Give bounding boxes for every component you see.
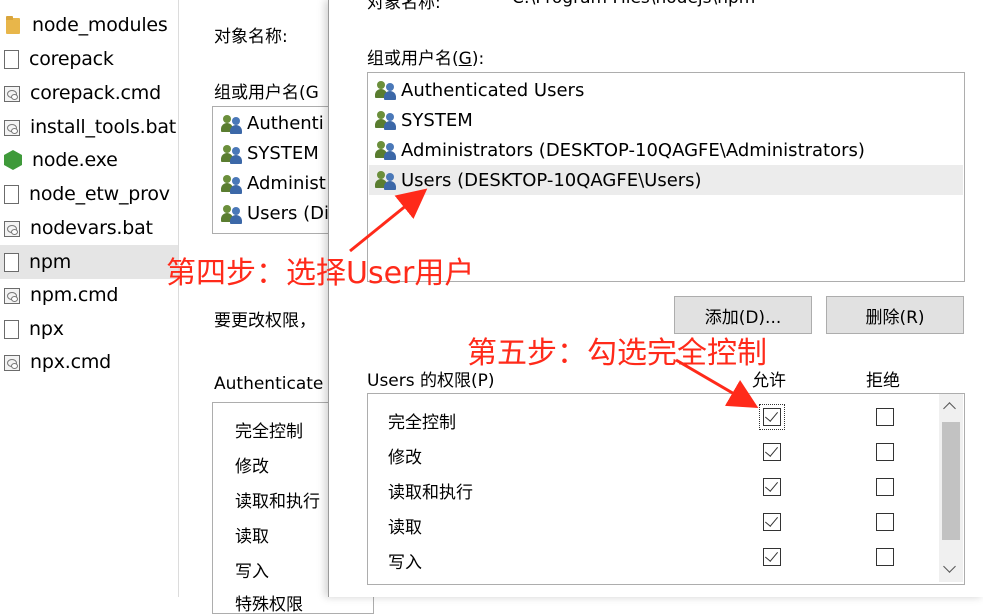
- modify-allow-checkbox[interactable]: [763, 443, 781, 461]
- write-allow-checkbox[interactable]: [763, 548, 781, 566]
- user-name: Users (DESKTOP-10QAGFE\Users): [401, 169, 702, 191]
- permission-name: 修改: [235, 457, 269, 477]
- file-name: npm: [29, 251, 72, 273]
- read-execute-allow-checkbox[interactable]: [763, 478, 781, 496]
- annotation-step4: 第四步：选择User用户: [166, 256, 475, 291]
- permission-name: 读取和执行: [388, 483, 473, 503]
- file-row-nodevars[interactable]: nodevars.bat: [0, 211, 178, 245]
- object-name-label: 对象名称:: [367, 0, 441, 13]
- script-icon: [4, 355, 20, 371]
- users-group-icon: [375, 110, 397, 130]
- script-icon: [4, 288, 20, 304]
- file-name: nodevars.bat: [30, 217, 153, 239]
- deny-header: 拒绝: [866, 371, 900, 391]
- permissions-header: Authenticate: [214, 374, 324, 394]
- file-row-npx-cmd[interactable]: npx.cmd: [0, 345, 178, 379]
- user-name: Authenticated Users: [401, 79, 585, 101]
- object-path: C:\Program Files\nodejs\npm: [512, 0, 755, 8]
- script-icon: [4, 86, 20, 102]
- file-name: node_etw_prov: [29, 183, 170, 205]
- permission-name: 完全控制: [388, 413, 456, 433]
- file-name: npx: [29, 318, 64, 340]
- file-name: node_modules: [32, 14, 168, 36]
- file-icon: [4, 252, 19, 272]
- explorer-file-list: node_modules corepack corepack.cmd insta…: [0, 0, 179, 597]
- file-icon: [4, 49, 19, 69]
- write-deny-checkbox[interactable]: [876, 548, 894, 566]
- object-name-label: 对象名称:: [214, 27, 288, 47]
- full-control-deny-checkbox[interactable]: [876, 408, 894, 426]
- groups-label: 组或用户名(G: [214, 83, 319, 103]
- file-row-node-exe[interactable]: node.exe: [0, 143, 178, 177]
- file-row-npx[interactable]: npx: [0, 312, 178, 346]
- remove-button[interactable]: 删除(R): [826, 296, 964, 334]
- file-row-npm[interactable]: npm: [0, 245, 178, 279]
- read-execute-deny-checkbox[interactable]: [876, 478, 894, 496]
- groups-label: 组或用户名(G):: [367, 49, 485, 69]
- file-row-corepack[interactable]: corepack: [0, 42, 178, 76]
- permissions-scrollbar[interactable]: [939, 394, 963, 582]
- annotation-step5: 第五步：勾选完全控制: [467, 336, 767, 371]
- folder-icon: [6, 16, 20, 34]
- file-name: corepack.cmd: [30, 82, 161, 104]
- file-row-install-tools[interactable]: install_tools.bat: [0, 110, 178, 144]
- file-row-corepack-cmd[interactable]: corepack.cmd: [0, 76, 178, 110]
- file-name: node.exe: [32, 149, 118, 171]
- file-row-npm-cmd[interactable]: npm.cmd: [0, 278, 178, 312]
- permission-name: 完全控制: [235, 422, 303, 442]
- file-name: install_tools.bat: [30, 116, 177, 138]
- users-group-icon: [375, 140, 397, 160]
- script-icon: [4, 221, 20, 237]
- full-control-allow-checkbox[interactable]: [763, 408, 781, 426]
- users-group-icon: [221, 114, 243, 134]
- file-row-node-etw-prov[interactable]: node_etw_prov: [0, 177, 178, 211]
- file-icon: [4, 319, 19, 339]
- scroll-thumb[interactable]: [942, 422, 960, 540]
- node-icon: [4, 150, 22, 170]
- scroll-up-icon[interactable]: [943, 402, 956, 415]
- list-item[interactable]: Authenti: [219, 113, 324, 134]
- users-group-icon: [221, 204, 243, 224]
- user-name: Administrators (DESKTOP-10QAGFE\Administ…: [401, 139, 865, 161]
- permission-name: 读取: [235, 527, 269, 547]
- permission-name: 修改: [388, 448, 422, 468]
- users-group-icon: [375, 170, 397, 190]
- list-item[interactable]: Administ: [219, 173, 326, 194]
- change-permissions-text: 要更改权限，: [214, 311, 316, 331]
- file-name: corepack: [29, 48, 114, 70]
- permission-name: 特殊权限: [235, 595, 303, 615]
- user-item-system[interactable]: SYSTEM: [369, 105, 963, 135]
- file-name: npm.cmd: [30, 284, 119, 306]
- users-group-icon: [221, 144, 243, 164]
- permission-name: 写入: [388, 553, 422, 573]
- users-group-icon: [375, 80, 397, 100]
- read-allow-checkbox[interactable]: [763, 513, 781, 531]
- permission-name: 写入: [235, 562, 269, 582]
- modify-deny-checkbox[interactable]: [876, 443, 894, 461]
- list-item[interactable]: SYSTEM: [219, 143, 319, 164]
- file-icon: [4, 184, 19, 204]
- read-deny-checkbox[interactable]: [876, 513, 894, 531]
- file-name: npx.cmd: [30, 351, 112, 373]
- permissions-table: 完全控制 修改 读取和执行 读取 写入: [367, 393, 965, 585]
- users-group-icon: [221, 174, 243, 194]
- user-name: SYSTEM: [401, 109, 473, 131]
- file-row-node-modules[interactable]: node_modules: [0, 8, 178, 42]
- user-item-authenticated[interactable]: Authenticated Users: [369, 75, 963, 105]
- list-item[interactable]: Users (Di: [219, 203, 329, 224]
- user-item-users[interactable]: Users (DESKTOP-10QAGFE\Users): [369, 165, 963, 195]
- permission-name: 读取: [388, 518, 422, 538]
- permission-name: 读取和执行: [235, 492, 320, 512]
- script-icon: [4, 120, 20, 136]
- user-item-administrators[interactable]: Administrators (DESKTOP-10QAGFE\Administ…: [369, 135, 963, 165]
- scroll-down-icon[interactable]: [943, 560, 956, 573]
